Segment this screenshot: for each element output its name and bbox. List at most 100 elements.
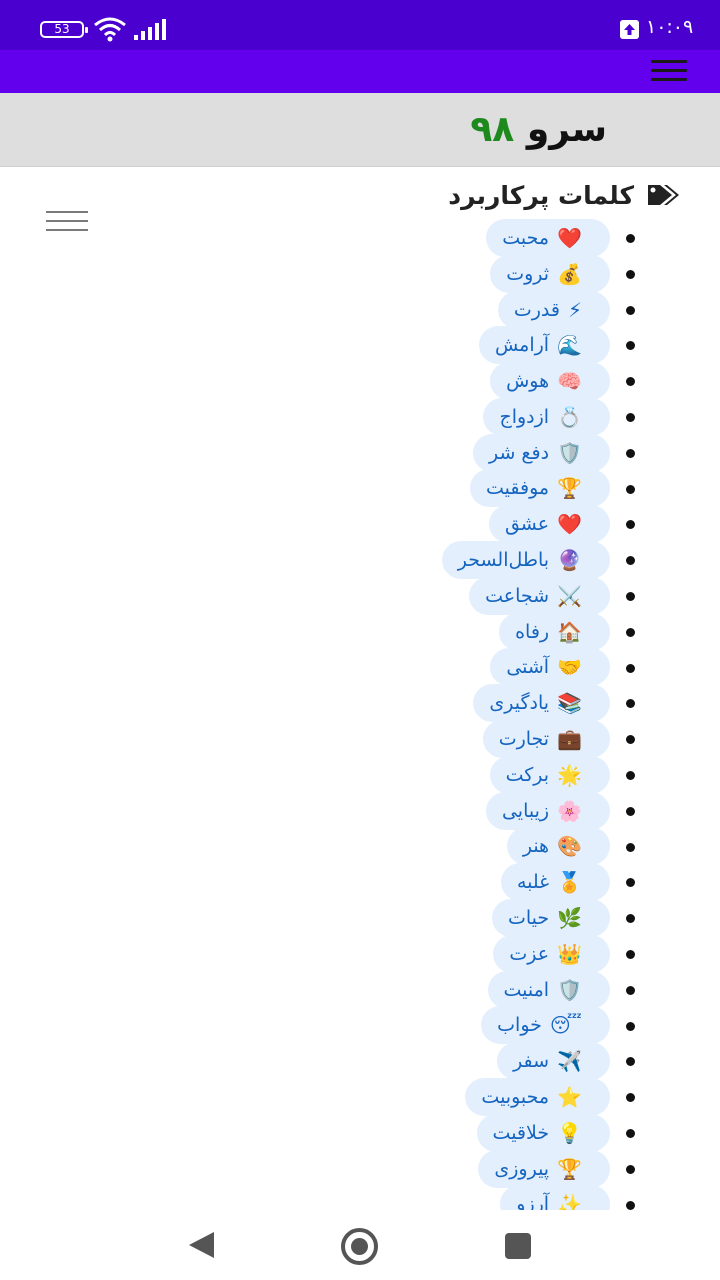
tag-emoji-icon: 💍	[557, 404, 582, 429]
status-bar: 53 ۱۰:۰۹	[0, 0, 720, 50]
menu-icon[interactable]	[651, 60, 687, 84]
tag-link[interactable]: ⚡ قدرت	[497, 290, 610, 329]
list-item: 🏅 غلبه	[0, 863, 720, 902]
tag-link[interactable]: ⚔️ شجاعت	[469, 576, 610, 615]
tag-label: آرزو	[516, 1193, 550, 1210]
list-item: 💼 تجارت	[0, 720, 720, 759]
tag-emoji-icon: 🌸	[557, 798, 582, 823]
list-item: 🌸 زیبایی	[0, 791, 720, 830]
section-title-text: کلمات پرکاربرد	[448, 180, 634, 210]
tag-link[interactable]: 🌸 زیبایی	[485, 791, 610, 830]
list-item: 🌿 حیات	[0, 899, 720, 938]
tag-label: رفاه	[515, 620, 550, 643]
tag-link[interactable]: 🌊 آرامش	[478, 326, 610, 365]
tag-link[interactable]: 💰 ثروت	[490, 254, 610, 293]
list-item: 🌟 برکت	[0, 755, 720, 794]
list-item: ✨ آرزو	[0, 1185, 720, 1210]
tag-link[interactable]: 🎨 هنر	[506, 827, 610, 866]
tag-link[interactable]: ❤️ محبت	[486, 218, 610, 257]
tag-link[interactable]: 👑 عزت	[493, 934, 610, 973]
tag-link[interactable]: 😴 خواب	[481, 1006, 610, 1045]
tag-label: امنیت	[503, 978, 550, 1001]
tag-emoji-icon: ❤️	[557, 225, 582, 250]
tag-label: محبوبیت	[481, 1086, 550, 1109]
tag-link[interactable]: 🌿 حیات	[491, 899, 610, 938]
tag-emoji-icon: 🔮	[557, 548, 582, 573]
list-item: 💰 ثروت	[0, 254, 720, 293]
list-item: 🤝 آشتی	[0, 648, 720, 687]
list-item: ⚔️ شجاعت	[0, 576, 720, 615]
list-item: 💍 ازدواج	[0, 397, 720, 436]
tag-link[interactable]: 🏅 غلبه	[500, 863, 610, 902]
tag-emoji-icon: 🏅	[557, 870, 582, 895]
tag-emoji-icon: 🏆	[557, 476, 582, 501]
back-icon[interactable]	[189, 1232, 214, 1258]
tag-label: قدرت	[513, 298, 560, 321]
tag-label: خلاقیت	[492, 1121, 550, 1144]
tag-label: شجاعت	[485, 584, 550, 607]
tag-link[interactable]: 🏆 پیروزی	[478, 1149, 610, 1188]
tag-label: باطل‌السحر	[457, 549, 550, 572]
tag-link[interactable]: 💡 خلاقیت	[476, 1113, 610, 1152]
tag-emoji-icon: 🌟	[557, 762, 582, 787]
tag-emoji-icon: ⚡	[567, 297, 582, 322]
tag-emoji-icon: ⚔️	[557, 583, 582, 608]
tag-link[interactable]: ❤️ عشق	[488, 505, 610, 544]
tag-emoji-icon: 💡	[557, 1120, 582, 1145]
tag-emoji-icon: 🧠	[557, 369, 582, 394]
site-logo[interactable]: سرو ۹۸	[470, 109, 607, 150]
tag-emoji-icon: 👑	[557, 941, 582, 966]
tag-emoji-icon: ❤️	[557, 512, 582, 537]
tag-emoji-icon: 🏠	[557, 619, 582, 644]
tag-link[interactable]: 🔮 باطل‌السحر	[441, 541, 610, 580]
tag-emoji-icon: 🏆	[557, 1156, 582, 1181]
battery-icon: 53	[40, 21, 88, 38]
list-item: 😴 خواب	[0, 1006, 720, 1045]
tag-label: یادگیری	[489, 692, 550, 715]
home-icon[interactable]	[341, 1228, 378, 1265]
tag-label: تجارت	[498, 728, 550, 751]
tag-label: حیات	[507, 907, 550, 930]
tag-link[interactable]: 📚 یادگیری	[473, 684, 610, 723]
list-item: 🏠 رفاه	[0, 612, 720, 651]
tag-label: عزت	[509, 942, 550, 965]
tag-label: موفقیت	[486, 477, 550, 500]
tag-link[interactable]: 🧠 هوش	[490, 362, 610, 401]
main-content: کلمات پرکاربرد ❤️ محبت 💰 ثروت ⚡ قدرت 🌊 آرامش…	[0, 167, 720, 1210]
list-item: ❤️ عشق	[0, 505, 720, 544]
tag-list: ❤️ محبت 💰 ثروت ⚡ قدرت 🌊 آرامش 🧠 هوش 💍 ازدواج 🛡…	[0, 218, 720, 1210]
tag-emoji-icon: 😴	[549, 1013, 582, 1038]
list-item: 🏆 پیروزی	[0, 1149, 720, 1188]
battery-level: 53	[54, 22, 70, 36]
tag-label: آشتی	[506, 656, 550, 679]
tag-link[interactable]: 💼 تجارت	[482, 720, 610, 759]
tag-label: هنر	[522, 835, 550, 858]
system-nav-bar	[0, 1210, 720, 1280]
logo-number: ۹۸	[470, 109, 515, 150]
tag-link[interactable]: 🤝 آشتی	[490, 648, 610, 687]
tag-label: دفع شر	[488, 441, 550, 464]
tag-emoji-icon: 🌿	[557, 906, 582, 931]
list-item: 🎨 هنر	[0, 827, 720, 866]
tag-link[interactable]: 🛡️ امنیت	[487, 970, 610, 1009]
tag-link[interactable]: ✨ آرزو	[500, 1185, 610, 1210]
tag-label: محبت	[502, 226, 550, 249]
tag-link[interactable]: ⭐ محبوبیت	[465, 1078, 610, 1117]
recents-icon[interactable]	[505, 1233, 531, 1259]
tag-emoji-icon: 💼	[557, 727, 582, 752]
list-item: 🛡️ دفع شر	[0, 433, 720, 472]
tag-emoji-icon: 🤝	[557, 655, 582, 680]
tag-emoji-icon: 💰	[557, 261, 582, 286]
tag-link[interactable]: 🛡️ دفع شر	[472, 433, 610, 472]
list-item: ❤️ محبت	[0, 218, 720, 257]
tag-link[interactable]: 🏆 موفقیت	[470, 469, 610, 508]
tag-link[interactable]: 💍 ازدواج	[483, 397, 610, 436]
site-header: سرو ۹۸	[0, 93, 720, 231]
tag-label: ازدواج	[499, 405, 550, 428]
tag-link[interactable]: ✈️ سفر	[497, 1042, 610, 1081]
status-clock: ۱۰:۰۹	[646, 16, 694, 38]
tag-label: عشق	[504, 513, 550, 536]
tag-link[interactable]: 🌟 برکت	[489, 755, 610, 794]
list-item: 👑 عزت	[0, 934, 720, 973]
tag-link[interactable]: 🏠 رفاه	[499, 612, 610, 651]
